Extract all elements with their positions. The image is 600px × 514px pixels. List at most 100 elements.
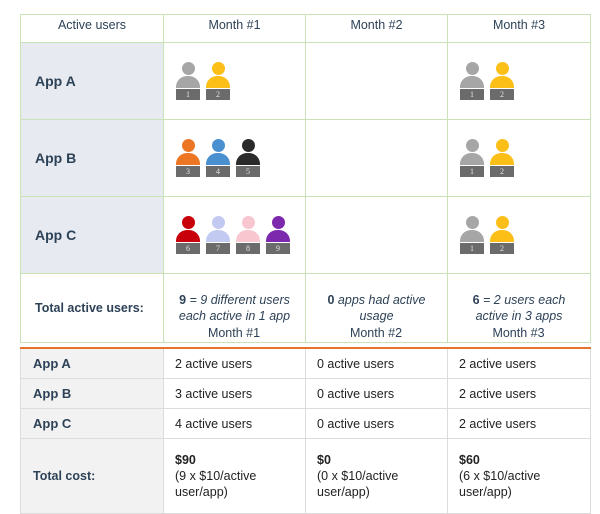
active-users-table: Active users Month #1 Month #2 Month #3 …	[20, 14, 590, 343]
cost-table: Month #1 Month #2 Month #3 App A 2 activ…	[20, 320, 590, 514]
user-icons-cell: 12	[448, 197, 591, 274]
active-users-grid: Active users Month #1 Month #2 Month #3 …	[20, 14, 591, 343]
person-head	[242, 139, 255, 152]
cost-cell: 2 active users	[448, 379, 591, 409]
icon-strip: 345	[176, 139, 305, 177]
person-head	[496, 139, 509, 152]
cost-grid: App A 2 active users 0 active users 2 ac…	[20, 347, 591, 514]
person-icon: 7	[206, 216, 230, 254]
person-icon: 3	[176, 139, 200, 177]
total-text: = 9 different users each active in 1 app	[179, 293, 290, 323]
person-head	[496, 216, 509, 229]
person-id-badge: 2	[490, 243, 514, 254]
person-icon: 1	[460, 216, 484, 254]
table-row: App C 4 active users 0 active users 2 ac…	[21, 409, 591, 439]
person-body	[206, 153, 230, 165]
person-head	[466, 216, 479, 229]
icon-strip: 12	[460, 62, 590, 100]
person-body	[176, 230, 200, 242]
person-body	[490, 230, 514, 242]
person-icon: 1	[460, 62, 484, 100]
app-name-cell: App A	[21, 43, 164, 120]
person-icon: 4	[206, 139, 230, 177]
user-icons-cell	[306, 120, 448, 197]
person-icon: 2	[206, 62, 230, 100]
person-id-badge: 2	[490, 166, 514, 177]
person-body	[460, 76, 484, 88]
person-head	[212, 216, 225, 229]
person-head	[466, 62, 479, 75]
total-cost-m2: $0 (0 x $10/active user/app)	[306, 439, 448, 514]
person-head	[182, 216, 195, 229]
person-icon: 9	[266, 216, 290, 254]
total-cost-m3: $60 (6 x $10/active user/app)	[448, 439, 591, 514]
person-id-badge: 1	[460, 166, 484, 177]
user-icons-cell: 12	[448, 43, 591, 120]
person-head	[182, 139, 195, 152]
top-header-active-users: Active users	[21, 15, 164, 43]
total-cost-row: Total cost: $90 (9 x $10/active user/app…	[21, 439, 591, 514]
icon-strip: 12	[460, 139, 590, 177]
person-head	[212, 139, 225, 152]
person-body	[176, 76, 200, 88]
top-header-row: Active users Month #1 Month #2 Month #3	[21, 15, 591, 43]
total-text: apps had active usage	[334, 293, 425, 323]
person-body	[236, 153, 260, 165]
person-icon: 1	[176, 62, 200, 100]
person-head	[242, 216, 255, 229]
app-name-cell: App B	[21, 379, 164, 409]
bottom-header-month-1: Month #1	[163, 320, 305, 347]
cost-header-grid: Month #1 Month #2 Month #3	[20, 320, 590, 347]
total-cost-amount: $90	[175, 452, 294, 468]
person-id-badge: 8	[236, 243, 260, 254]
person-id-badge: 7	[206, 243, 230, 254]
person-head	[466, 139, 479, 152]
person-head	[212, 62, 225, 75]
person-id-badge: 2	[206, 89, 230, 100]
cost-cell: 0 active users	[306, 409, 448, 439]
person-id-badge: 1	[460, 243, 484, 254]
person-icon: 8	[236, 216, 260, 254]
cost-cell: 2 active users	[448, 348, 591, 379]
person-body	[176, 153, 200, 165]
total-cost-amount: $60	[459, 452, 579, 468]
person-head	[182, 62, 195, 75]
total-cost-amount: $0	[317, 452, 436, 468]
person-body	[490, 153, 514, 165]
total-text: = 2 users each active in 3 apps	[476, 293, 566, 323]
app-name-cell: App B	[21, 120, 164, 197]
user-icons-cell	[306, 43, 448, 120]
icon-strip: 12	[460, 216, 590, 254]
person-icon: 2	[490, 62, 514, 100]
app-name-cell: App C	[21, 197, 164, 274]
person-icon: 5	[236, 139, 260, 177]
person-body	[266, 230, 290, 242]
user-icons-cell: 345	[164, 120, 306, 197]
total-value: 9	[179, 293, 186, 307]
cost-cell: 2 active users	[164, 348, 306, 379]
top-header-month-1: Month #1	[164, 15, 306, 43]
total-cost-label: Total cost:	[21, 439, 164, 514]
person-id-badge: 2	[490, 89, 514, 100]
total-cost-note: (9 x $10/active user/app)	[175, 468, 294, 500]
app-name-cell: App A	[21, 348, 164, 379]
person-id-badge: 4	[206, 166, 230, 177]
person-head	[496, 62, 509, 75]
person-id-badge: 5	[236, 166, 260, 177]
person-head	[272, 216, 285, 229]
bottom-header-month-3: Month #3	[447, 320, 590, 347]
person-body	[460, 230, 484, 242]
person-id-badge: 6	[176, 243, 200, 254]
cost-cell: 2 active users	[448, 409, 591, 439]
table-row: App A 12 12	[21, 43, 591, 120]
icon-strip: 6789	[176, 216, 305, 254]
cost-cell: 0 active users	[306, 379, 448, 409]
bottom-header-row: Month #1 Month #2 Month #3	[20, 320, 590, 347]
table-row: App A 2 active users 0 active users 2 ac…	[21, 348, 591, 379]
person-body	[236, 230, 260, 242]
person-icon: 1	[460, 139, 484, 177]
user-icons-cell	[306, 197, 448, 274]
person-body	[206, 230, 230, 242]
top-header-month-3: Month #3	[448, 15, 591, 43]
total-value: 6	[473, 293, 480, 307]
